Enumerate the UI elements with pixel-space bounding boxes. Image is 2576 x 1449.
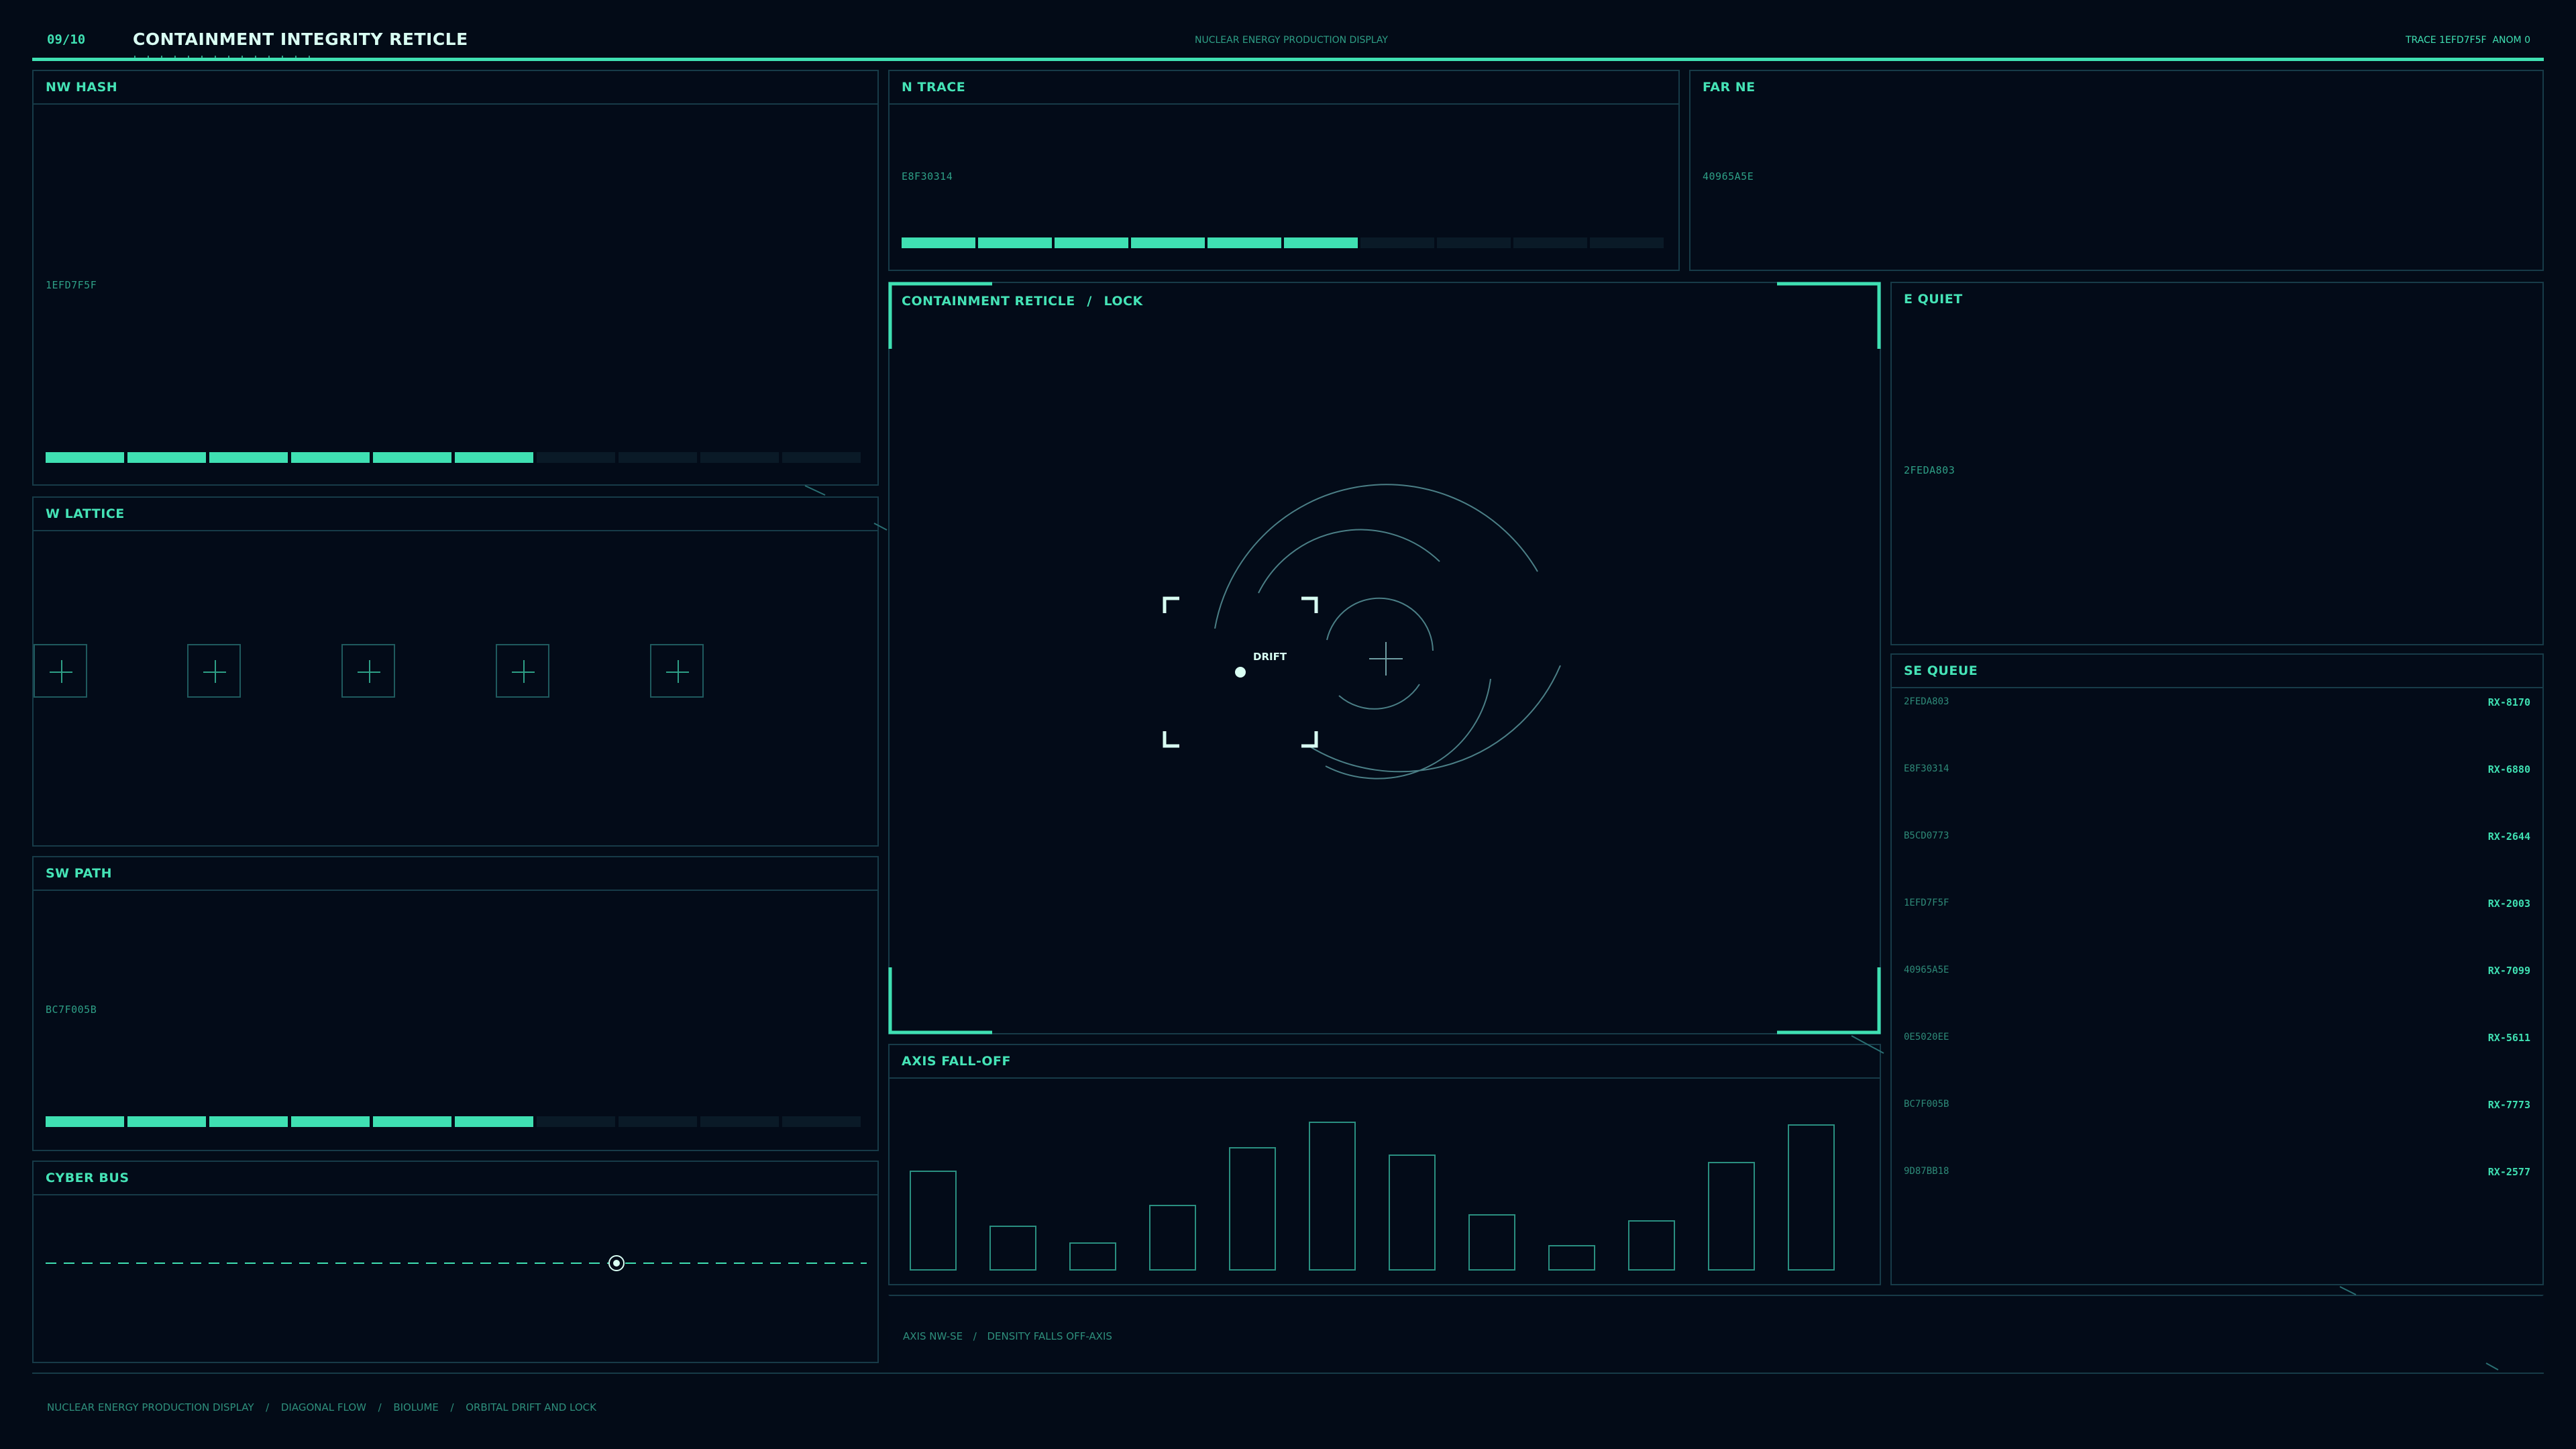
- dashboard: 09/10 CONTAINMENT INTEGRITY RETICLE NUCL…: [0, 0, 2576, 1449]
- diagonal-connectors: [804, 485, 2499, 1371]
